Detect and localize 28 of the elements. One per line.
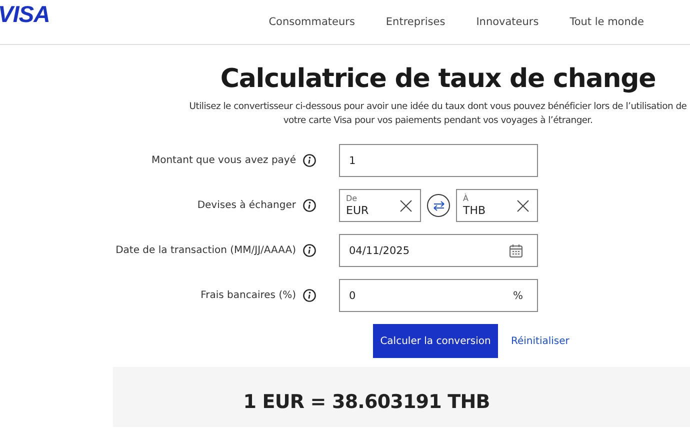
intro-text: Utilisez le convertisseur ci-dessous pour avoir une idée du taux dont vous pouvez bénéficier lors de l’utilisation de votre carte Visa pour vos paiements pendant vos voyages à l’étranger. bbox=[188, 100, 688, 128]
field-label: Devises à échanger bbox=[196, 200, 297, 211]
currency-field[interactable]: À THB bbox=[456, 189, 538, 222]
logo[interactable]: VISA bbox=[0, 3, 50, 26]
nav-link[interactable]: Consommateurs bbox=[268, 16, 355, 28]
info-icon[interactable] bbox=[303, 289, 316, 302]
swap-icon[interactable] bbox=[432, 200, 444, 210]
clear-icon[interactable] bbox=[517, 200, 529, 212]
swap-button[interactable] bbox=[427, 194, 450, 217]
calendar-icon[interactable] bbox=[509, 244, 523, 258]
field-label: Frais bancaires (%) bbox=[200, 290, 297, 301]
nav-link[interactable]: Innovateurs bbox=[476, 16, 539, 28]
info-icon[interactable] bbox=[303, 199, 316, 212]
fee-field[interactable]: 0 % bbox=[339, 279, 538, 312]
field-label: Montant que vous avez payé bbox=[150, 155, 297, 166]
calculate-button[interactable]: Calculer la conversion bbox=[373, 324, 498, 358]
nav-link[interactable]: Entreprises bbox=[386, 16, 446, 28]
info-icon[interactable] bbox=[303, 244, 316, 257]
result-text: 1 EUR = 38.603191 THB bbox=[243, 391, 491, 413]
page-title: Calculatrice de taux de change bbox=[219, 63, 657, 95]
nav-link[interactable]: Tout le monde bbox=[570, 16, 644, 28]
info-icon[interactable] bbox=[303, 154, 316, 167]
amount-field[interactable]: 1 bbox=[339, 144, 538, 177]
date-field[interactable]: 04/11/2025 bbox=[339, 234, 538, 267]
clear-icon[interactable] bbox=[400, 200, 412, 212]
reset-link[interactable]: Réinitialiser bbox=[511, 336, 570, 346]
field-label: Date de la transaction (MM/JJ/AAAA) bbox=[114, 245, 297, 256]
currency-field[interactable]: De EUR bbox=[339, 189, 421, 222]
